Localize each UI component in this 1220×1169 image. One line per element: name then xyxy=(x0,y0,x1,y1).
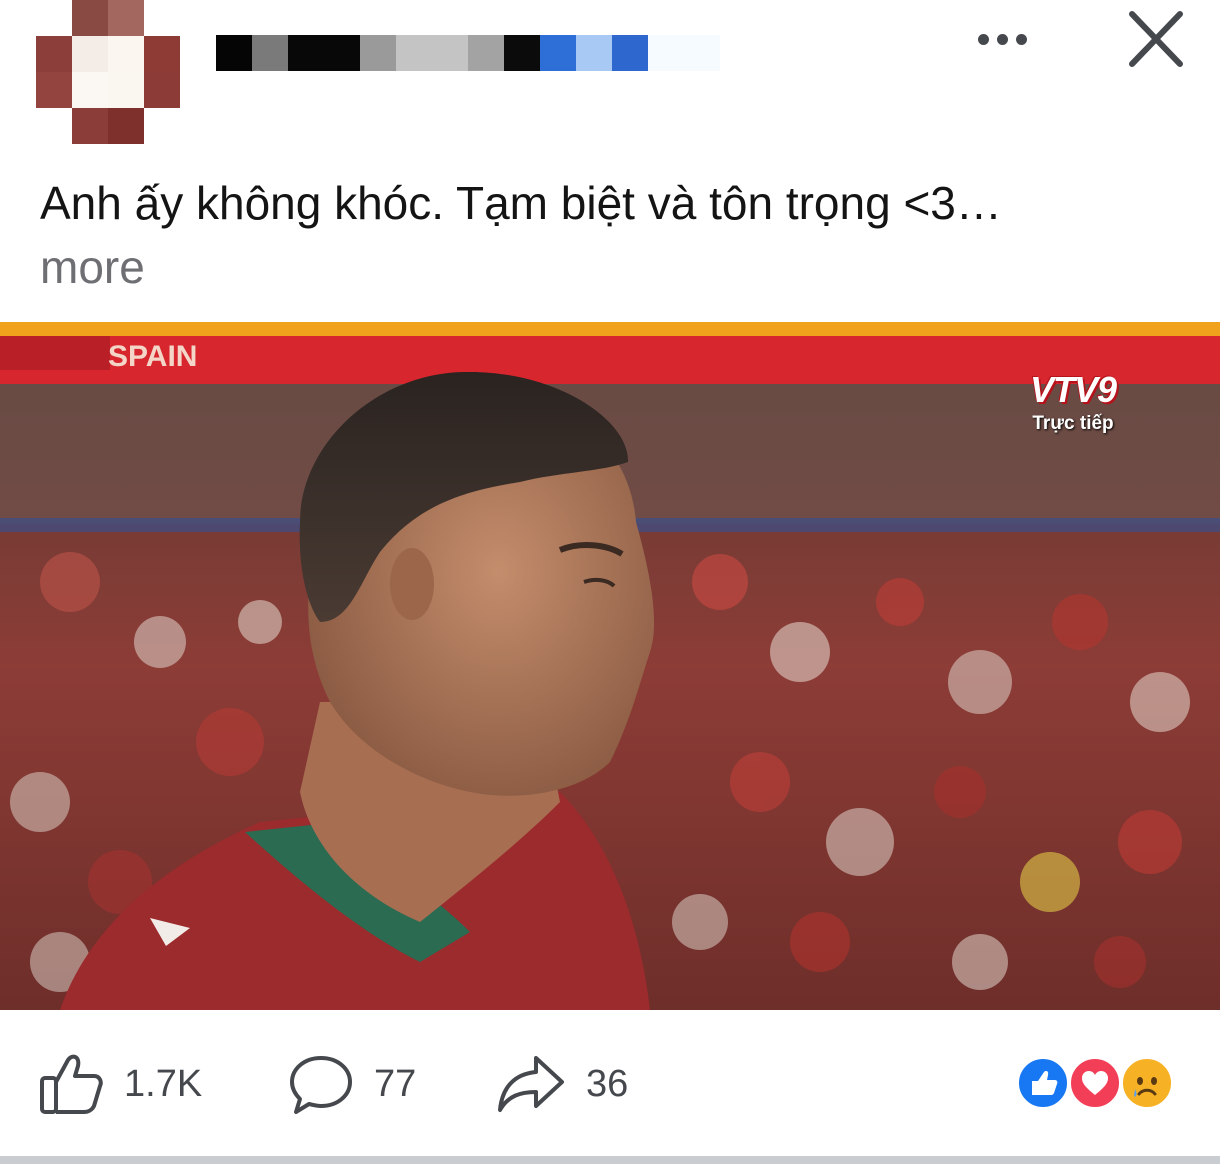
share-count: 36 xyxy=(586,1062,629,1105)
divider xyxy=(0,1156,1220,1164)
dot-icon xyxy=(1015,33,1027,45)
vtv9-logo: VTV9 xyxy=(1029,369,1117,410)
more-options-button[interactable] xyxy=(966,22,1038,56)
like-count: 1.7K xyxy=(124,1062,203,1105)
love-reaction-icon xyxy=(1068,1056,1122,1110)
author-name-redacted[interactable] xyxy=(216,35,540,71)
sad-reaction-icon xyxy=(1120,1056,1174,1110)
banner-text: SPAIN xyxy=(108,340,197,373)
like-reaction-icon xyxy=(1016,1056,1070,1110)
dot-icon xyxy=(977,33,989,45)
comment-icon xyxy=(290,1056,352,1114)
broadcaster-watermark: VTV9 Trực tiếp xyxy=(1018,368,1128,436)
share-button[interactable]: 36 xyxy=(496,1052,628,1116)
reaction-summary[interactable] xyxy=(1016,1056,1176,1112)
dot-icon xyxy=(996,33,1008,45)
author-avatar[interactable] xyxy=(36,0,180,144)
like-button[interactable]: 1.7K xyxy=(38,1052,202,1116)
post-caption: Anh ấy không khóc. Tạm biệt và tôn trọng… xyxy=(40,177,1002,229)
close-button[interactable] xyxy=(1124,10,1188,70)
see-more-link[interactable]: more xyxy=(40,236,145,298)
close-icon xyxy=(1129,11,1183,67)
thumbs-up-icon xyxy=(40,1054,103,1114)
comment-button[interactable]: 77 xyxy=(288,1052,416,1116)
share-icon xyxy=(498,1056,564,1112)
comment-count: 77 xyxy=(374,1062,417,1105)
author-meta-redacted xyxy=(540,35,720,71)
live-label: Trực tiếp xyxy=(1032,413,1114,434)
